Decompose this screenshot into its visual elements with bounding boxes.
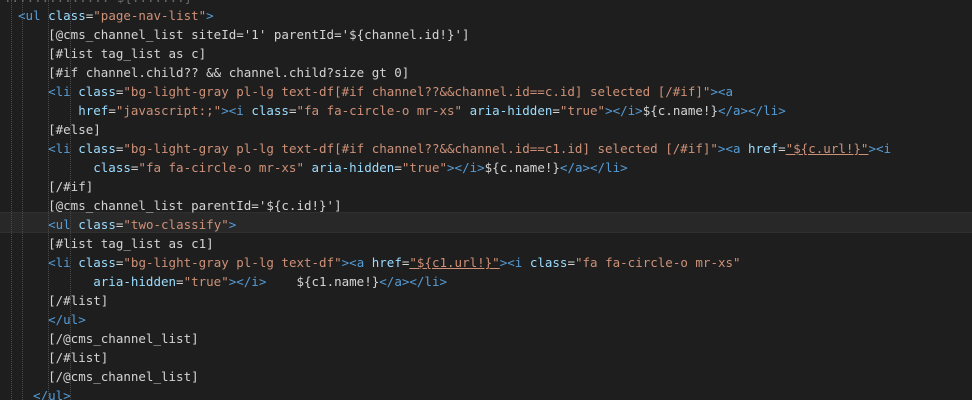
code-token: [#list tag_list as c1]	[18, 236, 214, 251]
code-line[interactable]: </ul>	[18, 310, 86, 329]
code-token: "true"	[401, 160, 448, 175]
code-token: [/@cms_channel_list]	[18, 369, 199, 384]
code-token: class	[78, 84, 116, 99]
code-token: [@cms_channel_list siteId='1' parentId='…	[18, 27, 470, 42]
code-token: [#else]	[18, 122, 101, 137]
code-token: "bg-light-gray pl-lg text-df[#if channel…	[123, 84, 711, 99]
code-token: href	[371, 255, 402, 270]
code-token: ><i	[499, 255, 530, 270]
code-token: "fa fa-circle-o mr-xs"	[138, 160, 304, 175]
code-token: class	[48, 8, 86, 23]
code-token: ></i>	[228, 274, 267, 289]
code-token: ><a	[341, 255, 372, 270]
code-token: ></i>	[605, 103, 643, 118]
code-line[interactable]: <li class="bg-light-gray pl-lg text-df[#…	[18, 82, 733, 101]
code-line[interactable]: <ul class="page-nav-list">	[18, 6, 214, 25]
code-token: [/#list]	[18, 293, 109, 308]
code-token: class	[78, 217, 116, 232]
code-editor[interactable]: .............. ${.......} <ul class="pag…	[0, 0, 972, 400]
code-line[interactable]: <ul class="two-classify">	[18, 215, 236, 234]
code-token: =	[778, 141, 786, 156]
code-token: "${c.url!}"	[785, 141, 869, 156]
code-token: [#list tag_list as c]	[18, 46, 207, 61]
code-token: </a></li>	[717, 103, 786, 118]
code-token: <ul	[18, 217, 79, 232]
code-token: "page-nav-list"	[93, 8, 207, 23]
code-token: </a></li>	[559, 160, 628, 175]
code-token: <ul	[18, 8, 49, 23]
code-token: "true"	[183, 274, 229, 289]
code-token: ${c.name!}	[484, 160, 560, 175]
code-token: [/#if]	[18, 179, 94, 194]
code-token: "two-classify"	[123, 217, 229, 232]
indent-guide	[11, 0, 12, 400]
code-token: =	[394, 160, 402, 175]
code-token: >	[206, 8, 214, 23]
code-token: aria-hidden	[18, 274, 177, 289]
code-token: class	[18, 160, 131, 175]
code-token: <li	[18, 255, 79, 270]
code-token: class	[529, 255, 568, 270]
code-line[interactable]: [#list tag_list as c]	[18, 44, 206, 63]
code-token: "javascript:;"	[115, 103, 222, 118]
code-line[interactable]: [/#list]	[18, 348, 108, 367]
code-token: <li	[18, 141, 79, 156]
code-token: href	[18, 103, 109, 118]
code-token: <li	[18, 84, 79, 99]
code-token: ${c1.name!}	[266, 274, 380, 289]
code-token: ><a	[710, 84, 733, 99]
code-line[interactable]: aria-hidden="true"></i> ${c1.name!}</a><…	[18, 272, 447, 291]
code-token: "fa fa-circle-o mr-xs"	[574, 255, 741, 270]
code-token: aria-hidden	[469, 103, 553, 118]
code-line[interactable]: [#else]	[18, 120, 101, 139]
code-token: ></i>	[447, 160, 485, 175]
code-token: =	[108, 103, 116, 118]
code-line[interactable]: href="javascript:;"><i class="fa fa-circ…	[18, 101, 786, 120]
code-token: "${c1.url!}"	[409, 255, 500, 270]
code-line[interactable]: <li class = "bg-light-gray pl-lg text-df[#…	[18, 139, 891, 158]
code-token: "bg-light-gray pl-lg text-df"	[123, 255, 342, 270]
code-token: [@cms_channel_list parentId='${c.id!}']	[18, 198, 342, 213]
code-line[interactable]: [/#if]	[18, 177, 93, 196]
code-line[interactable]: <li class="bg-light-gray pl-lg text-df">…	[18, 253, 741, 272]
code-token: =	[567, 255, 575, 270]
code-line[interactable]: [/@cms_channel_list]	[18, 367, 199, 386]
code-token: </ul>	[18, 388, 71, 400]
code-token: ><a	[717, 141, 749, 156]
code-token: =	[552, 103, 560, 118]
code-token: [#if channel.child?? && channel.child?si…	[18, 65, 410, 80]
code-token: ${c.name!}	[642, 103, 718, 118]
code-line[interactable]: [@cms_channel_list parentId='${c.id!}']	[18, 196, 342, 215]
code-token: "fa fa-circle-o mr-xs"	[296, 103, 463, 118]
code-token: =	[176, 274, 184, 289]
code-token: aria-hidden	[311, 160, 395, 175]
code-line[interactable]: [#if channel.child?? && channel.child?si…	[18, 63, 409, 82]
code-line[interactable]: class = "fa fa-circle-o mr-xs" aria-hidden…	[18, 158, 628, 177]
code-token: >	[228, 217, 237, 232]
code-line[interactable]: [/@cms_channel_list]	[18, 329, 199, 348]
code-line[interactable]: [@cms_channel_list siteId='1' parentId='…	[18, 25, 470, 44]
code-token: "true"	[559, 103, 606, 118]
code-token: </ul>	[18, 312, 86, 327]
code-token: "bg-light-gray pl-lg text-df[#if channel…	[123, 141, 718, 156]
code-token: [/#list]	[18, 350, 109, 365]
code-token: href	[748, 141, 779, 156]
code-line[interactable]: [/#list]	[18, 291, 108, 310]
code-token: class	[78, 255, 116, 270]
code-token: class	[251, 103, 289, 118]
code-line[interactable]: </ul>	[18, 386, 71, 400]
code-token: class	[78, 141, 116, 156]
code-token: </a></li>	[379, 274, 447, 289]
code-token: [/@cms_channel_list]	[18, 331, 199, 346]
code-line[interactable]: [#list tag_list as c1]	[18, 234, 214, 253]
code-token: ><i	[221, 103, 252, 118]
code-token: ><i	[868, 141, 892, 156]
